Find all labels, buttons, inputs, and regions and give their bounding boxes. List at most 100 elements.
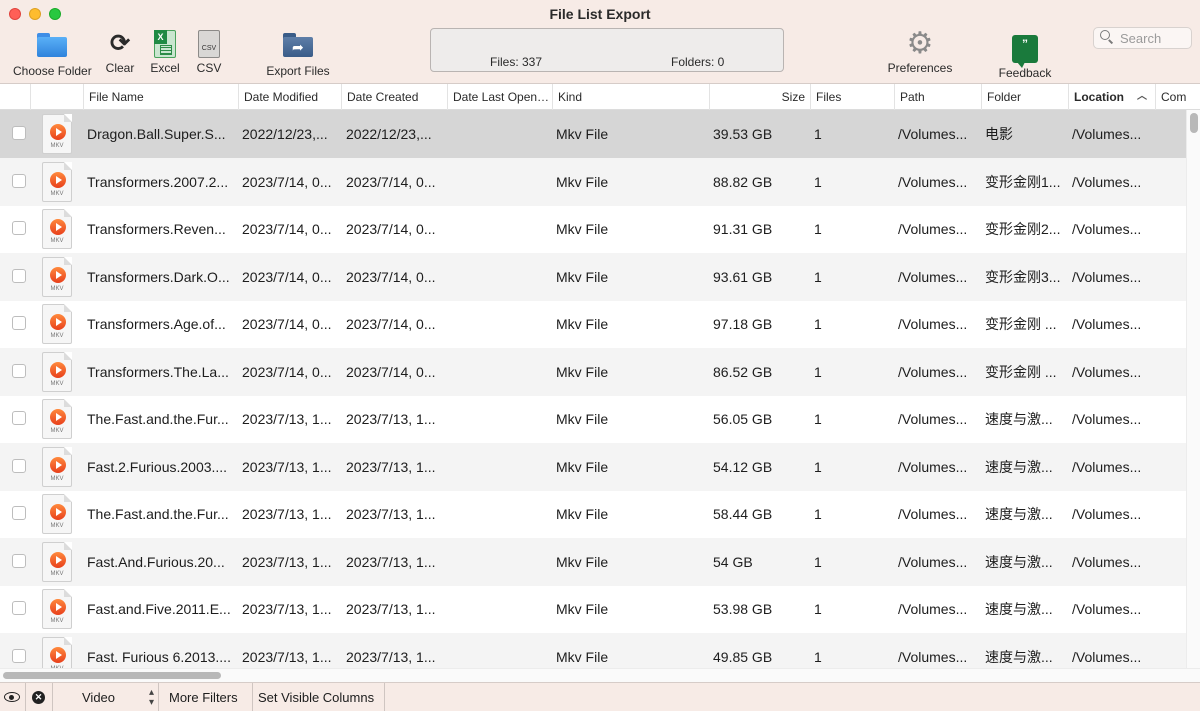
video-file-icon: MKV <box>42 161 72 202</box>
video-file-icon: MKV <box>42 399 72 439</box>
column-header-size[interactable]: Size <box>709 84 810 110</box>
file-icon-label: MKV <box>50 380 64 387</box>
row-checkbox[interactable] <box>12 601 26 615</box>
table-row[interactable]: MKV Dragon.Ball.Super.S... 2022/12/23,... 2… <box>0 110 1186 158</box>
column-header-folder[interactable]: Folder <box>981 84 1068 110</box>
vertical-scrollbar[interactable] <box>1186 110 1200 668</box>
export-folder-icon: ➦ <box>283 33 313 61</box>
table-row[interactable]: MKV Fast.And.Furious.20... 2023/7/13, 1...… <box>0 537 1186 586</box>
column-header-select[interactable] <box>0 84 30 110</box>
row-checkbox[interactable] <box>12 506 26 520</box>
video-file-icon: MKV <box>42 541 72 582</box>
column-header-file-name[interactable]: File Name <box>83 84 238 110</box>
column-header-path[interactable]: Path <box>894 84 981 110</box>
row-checkbox[interactable] <box>12 221 26 235</box>
cell-files: 1 <box>814 648 822 665</box>
choose-folder-button[interactable]: Choose Folder <box>13 30 92 78</box>
search-input[interactable]: Search <box>1093 27 1192 49</box>
filter-select[interactable]: Video ▴ ▾ <box>53 683 159 711</box>
cell-file-name: Fast.2.Furious.2003.... <box>87 458 228 475</box>
cell-date-last-opened <box>452 348 548 396</box>
cell-file-name: The.Fast.and.the.Fur... <box>87 506 229 522</box>
column-header-comments[interactable]: Com <box>1155 84 1200 110</box>
cell-size: 56.05 GB <box>713 411 773 427</box>
cell-kind: Mkv File <box>556 268 609 285</box>
file-icon-label: MKV <box>50 143 64 149</box>
column-header-location[interactable]: Location ︿ <box>1068 84 1155 110</box>
row-checkbox[interactable] <box>12 126 26 140</box>
column-header-kind[interactable]: Kind <box>552 84 709 110</box>
cell-size: 91.31 GB <box>713 221 773 237</box>
cell-files: 1 <box>814 316 822 332</box>
feedback-button[interactable]: ” Feedback <box>997 30 1053 80</box>
cell-file-name: Fast.and.Five.2011.E... <box>87 601 231 617</box>
clear-button[interactable]: ⟳ Clear <box>104 30 136 75</box>
cell-file-name: Fast.And.Furious.20... <box>87 553 225 570</box>
cell-size: 97.18 GB <box>713 316 773 332</box>
table-row[interactable]: MKV The.Fast.and.the.Fur... 2023/7/13, 1..… <box>0 395 1186 443</box>
table-row[interactable]: MKV Transformers.The.La... 2023/7/14, 0...… <box>0 347 1186 396</box>
cell-kind: Mkv File <box>556 458 609 475</box>
table-row[interactable]: MKV Transformers.Age.of... 2023/7/14, 0...… <box>0 300 1186 348</box>
file-icon-label: MKV <box>50 523 64 529</box>
table-row[interactable]: MKV Transformers.2007.2... 2023/7/14, 0...… <box>0 157 1186 206</box>
column-header-date-modified[interactable]: Date Modified <box>238 84 341 110</box>
export-files-button[interactable]: ➦ Export Files <box>265 30 331 78</box>
table-row[interactable]: MKV Fast. Furious 6.2013.... 2023/7/13, 1.… <box>0 632 1186 668</box>
row-checkbox[interactable] <box>12 411 26 425</box>
gear-icon: ⚙ <box>906 27 934 60</box>
table-row[interactable]: MKV Transformers.Dark.O... 2023/7/14, 0...… <box>0 252 1186 301</box>
row-checkbox[interactable] <box>12 648 26 663</box>
cell-size: 86.52 GB <box>713 363 773 380</box>
cell-files: 1 <box>814 553 822 570</box>
column-header-date-last-opened[interactable]: Date Last Open… <box>447 84 552 110</box>
row-checkbox[interactable] <box>12 268 26 283</box>
cell-file-name: Transformers.Age.of... <box>87 316 226 332</box>
table-header: File Name Date Modified Date Created Dat… <box>0 84 1200 110</box>
clear-filter-button[interactable]: ✕ <box>26 683 53 711</box>
video-file-icon: MKV <box>42 209 72 249</box>
cell-date-modified: 2023/7/14, 0... <box>242 221 332 237</box>
cell-files: 1 <box>814 411 822 427</box>
csv-icon-text: CSV <box>201 45 217 52</box>
cell-path: /Volumes... <box>898 506 968 522</box>
toolbar: File List Export Choose Folder ⟳ Clear X… <box>0 0 1200 84</box>
row-checkbox[interactable] <box>12 316 26 330</box>
cell-folder: 速度与激... <box>985 411 1053 427</box>
set-visible-columns-button[interactable]: Set Visible Columns <box>253 683 385 711</box>
file-icon-label: MKV <box>50 238 64 244</box>
row-checkbox[interactable] <box>12 173 26 188</box>
cell-folder: 速度与激... <box>985 553 1053 570</box>
cell-location: /Volumes... <box>1072 458 1142 475</box>
csv-button[interactable]: CSV CSV <box>192 30 226 75</box>
cell-folder: 速度与激... <box>985 648 1053 665</box>
clear-label: Clear <box>105 61 135 75</box>
row-checkbox[interactable] <box>12 458 26 473</box>
cell-files: 1 <box>814 126 822 142</box>
preferences-button[interactable]: ⚙ Preferences <box>887 27 953 76</box>
vertical-scrollbar-thumb[interactable] <box>1190 113 1198 133</box>
sort-ascending-icon: ︿ <box>1137 91 1147 102</box>
column-header-files[interactable]: Files <box>810 84 894 110</box>
table-row[interactable]: MKV Transformers.Reven... 2023/7/14, 0... 2… <box>0 205 1186 253</box>
cell-path: /Volumes... <box>898 363 968 380</box>
excel-button[interactable]: X Excel <box>148 30 182 75</box>
cell-file-name: Dragon.Ball.Super.S... <box>87 126 226 142</box>
cell-size: 58.44 GB <box>713 506 773 522</box>
csv-label: CSV <box>196 61 222 75</box>
cell-date-created: 2023/7/13, 1... <box>346 601 436 617</box>
cell-date-created: 2023/7/13, 1... <box>346 553 436 570</box>
column-header-icon[interactable] <box>30 84 83 110</box>
more-filters-button[interactable]: More Filters <box>159 683 253 711</box>
visibility-toggle[interactable] <box>0 683 26 711</box>
cell-date-last-opened <box>452 158 548 206</box>
table-row[interactable]: MKV Fast.2.Furious.2003.... 2023/7/13, 1..… <box>0 442 1186 491</box>
horizontal-scrollbar-thumb[interactable] <box>3 672 221 679</box>
row-checkbox[interactable] <box>12 553 26 568</box>
table-row[interactable]: MKV Fast.and.Five.2011.E... 2023/7/13, 1..… <box>0 585 1186 633</box>
horizontal-scrollbar[interactable] <box>0 668 1200 682</box>
row-checkbox[interactable] <box>12 363 26 378</box>
column-header-date-created[interactable]: Date Created <box>341 84 447 110</box>
cell-kind: Mkv File <box>556 363 609 380</box>
table-row[interactable]: MKV The.Fast.and.the.Fur... 2023/7/13, 1..… <box>0 490 1186 538</box>
